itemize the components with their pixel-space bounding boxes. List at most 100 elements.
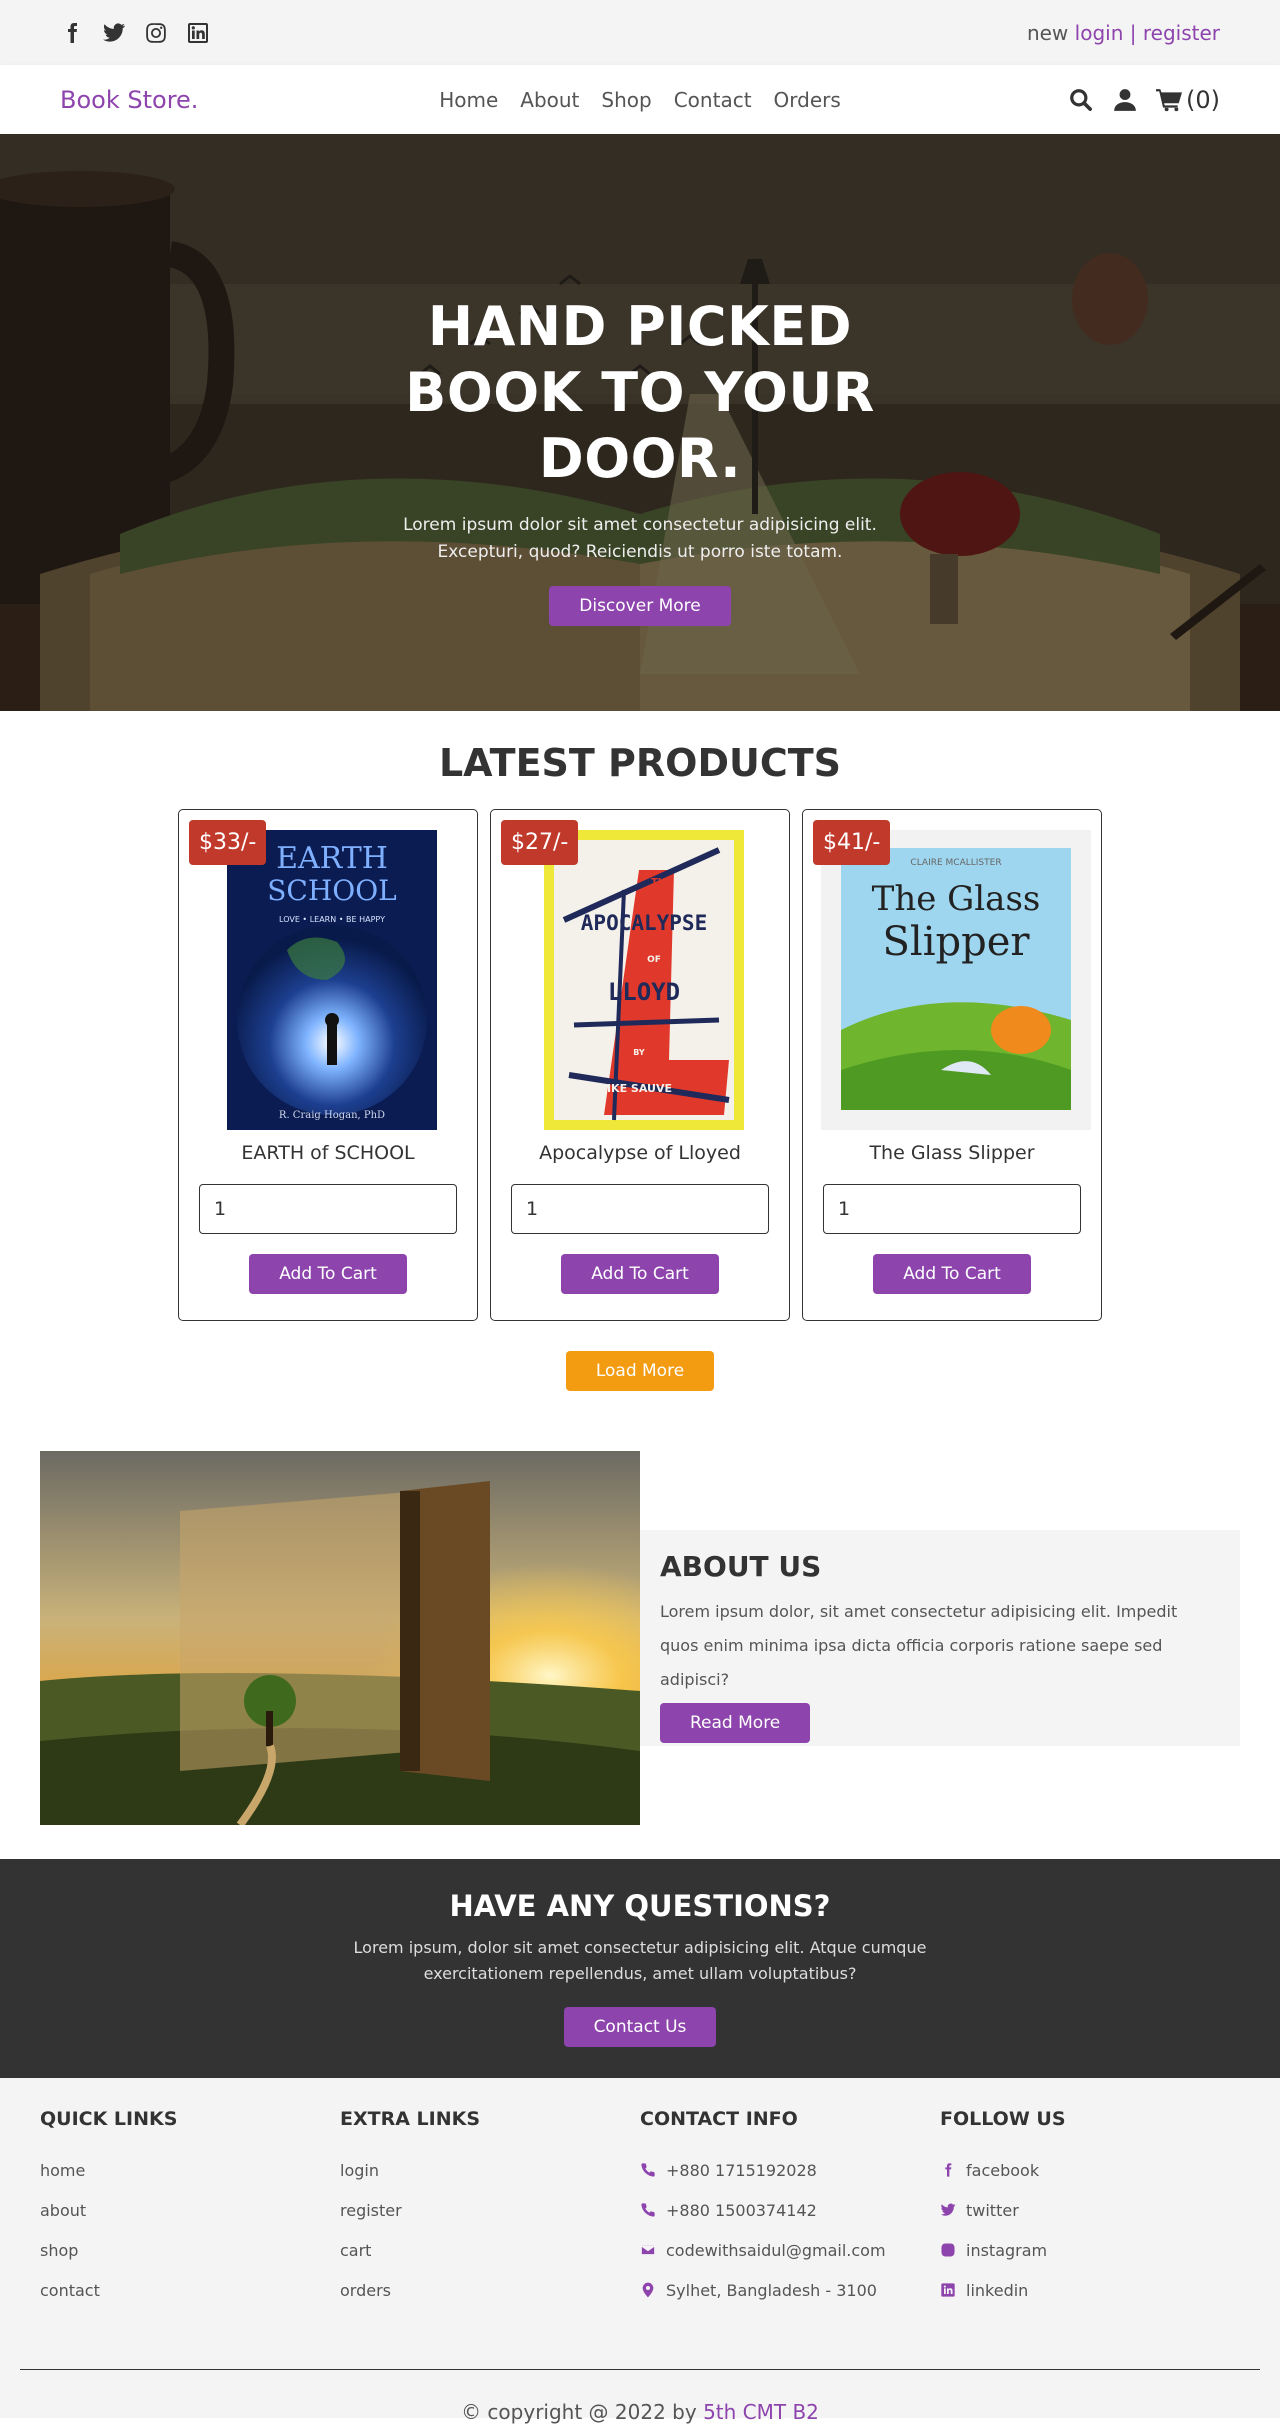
about-title: ABOUT US bbox=[660, 1550, 822, 1583]
nav-home[interactable]: Home bbox=[439, 88, 498, 112]
about-image bbox=[40, 1451, 640, 1825]
footer-link-about[interactable]: about bbox=[40, 2190, 340, 2230]
user-icon[interactable] bbox=[1112, 87, 1138, 113]
copyright-text: © copyright @ 2022 by bbox=[461, 2400, 697, 2424]
follow-instagram[interactable]: instagram bbox=[940, 2230, 1240, 2270]
about-book-landscape-image bbox=[40, 1451, 640, 1825]
price-badge: $41/- bbox=[813, 820, 891, 865]
quantity-input[interactable] bbox=[823, 1184, 1081, 1234]
social-links bbox=[60, 21, 210, 45]
footer-link-login[interactable]: login bbox=[340, 2150, 640, 2190]
contact-email: codewithsaidul@gmail.com bbox=[640, 2230, 940, 2270]
instagram-icon bbox=[941, 2243, 955, 2257]
quantity-input[interactable] bbox=[511, 1184, 769, 1234]
nav-shop[interactable]: Shop bbox=[601, 88, 651, 112]
read-more-button[interactable]: Read More bbox=[660, 1703, 811, 1743]
add-to-cart-button[interactable]: Add To Cart bbox=[249, 1254, 407, 1294]
cover-title-line-2: APOCALYPSE bbox=[581, 911, 707, 935]
contact-info-title: CONTACT INFO bbox=[640, 2108, 798, 2130]
auth-separator: | bbox=[1129, 20, 1137, 45]
book-cover-image: CLAIRE MCALLISTER The Glass Slipper bbox=[821, 830, 1091, 1130]
product-card: $41/- CLAIRE MCALLISTER The Glass Slippe… bbox=[802, 809, 1102, 1321]
copyright-author: 5th CMT B2 bbox=[703, 2400, 819, 2424]
nav-orders[interactable]: Orders bbox=[774, 88, 841, 112]
linkedin-icon[interactable] bbox=[186, 21, 210, 45]
hero-text: Lorem ipsum dolor sit amet consectetur a… bbox=[403, 515, 877, 562]
book-cover-apocalypse: THE APOCALYPSE OF LLOYD BY MIKE SAUVE bbox=[509, 830, 779, 1130]
load-more-button[interactable]: Load More bbox=[565, 1351, 715, 1391]
phone-number: +880 1715192028 bbox=[666, 2160, 817, 2180]
cover-title-line-2: Slipper bbox=[883, 919, 1031, 965]
phone-icon bbox=[641, 2203, 655, 2217]
facebook-icon[interactable] bbox=[60, 21, 84, 45]
follow-linkedin[interactable]: linkedin bbox=[940, 2270, 1240, 2310]
nav-icons: (0) bbox=[1068, 86, 1220, 114]
contact-us-button[interactable]: Contact Us bbox=[563, 2007, 717, 2047]
about-content: ABOUT US Lorem ipsum dolor, sit amet con… bbox=[640, 1530, 1240, 1746]
quantity-input[interactable] bbox=[199, 1184, 457, 1234]
follow-us-title: FOLLOW US bbox=[940, 2108, 1066, 2130]
contact-phone-2: +880 1500374142 bbox=[640, 2190, 940, 2230]
footer-link-contact[interactable]: contact bbox=[40, 2270, 340, 2310]
twitter-icon bbox=[940, 2203, 956, 2216]
footer-link-cart[interactable]: cart bbox=[340, 2230, 640, 2270]
footer-divider bbox=[20, 2369, 1260, 2370]
about-section: ABOUT US Lorem ipsum dolor, sit amet con… bbox=[0, 1451, 1280, 1825]
copyright: © copyright @ 2022 by 5th CMT B2 bbox=[0, 2400, 1280, 2424]
follow-label: instagram bbox=[966, 2240, 1048, 2260]
cover-by: BY bbox=[633, 1048, 645, 1057]
book-name: Apocalypse of Lloyed bbox=[539, 1142, 741, 1164]
auth-links: new login | register bbox=[1027, 21, 1220, 45]
questions-section: HAVE ANY QUESTIONS? Lorem ipsum, dolor s… bbox=[0, 1859, 1280, 2078]
cover-title-line-4: LLOYD bbox=[608, 978, 680, 1006]
logo[interactable]: Book Store. bbox=[60, 86, 198, 114]
follow-twitter[interactable]: twitter bbox=[940, 2190, 1240, 2230]
products-section: LATEST PRODUCTS $33/- EARTH SCHOOL LOVE … bbox=[0, 711, 1280, 1391]
follow-facebook[interactable]: facebook bbox=[940, 2150, 1240, 2190]
questions-title: HAVE ANY QUESTIONS? bbox=[449, 1889, 831, 1923]
footer-link-home[interactable]: home bbox=[40, 2150, 340, 2190]
twitter-icon[interactable] bbox=[102, 21, 126, 45]
email-address: codewithsaidul@gmail.com bbox=[666, 2240, 886, 2260]
cover-title-line-1: THE bbox=[651, 877, 673, 888]
footer-link-register[interactable]: register bbox=[340, 2190, 640, 2230]
product-card: $33/- EARTH SCHOOL LOVE • LEARN • BE HAP… bbox=[178, 809, 478, 1321]
address: Sylhet, Bangladesh - 3100 bbox=[666, 2280, 877, 2300]
book-cover-image: THE APOCALYPSE OF LLOYD BY MIKE SAUVE bbox=[544, 830, 744, 1130]
nav-menu: Home About Shop Contact Orders bbox=[439, 88, 841, 112]
instagram-icon[interactable] bbox=[144, 21, 168, 45]
extra-links-title: EXTRA LINKS bbox=[340, 2108, 481, 2130]
follow-label: linkedin bbox=[966, 2280, 1029, 2300]
contact-phone-1: +880 1715192028 bbox=[640, 2150, 940, 2190]
phone-number: +880 1500374142 bbox=[666, 2200, 817, 2220]
discover-more-button[interactable]: Discover More bbox=[549, 586, 731, 626]
search-icon[interactable] bbox=[1068, 87, 1094, 113]
footer-link-shop[interactable]: shop bbox=[40, 2230, 340, 2270]
cart-button[interactable]: (0) bbox=[1156, 86, 1220, 114]
follow-us: FOLLOW US facebook twitter instagram lin… bbox=[940, 2108, 1240, 2310]
cover-author: R. Craig Hogan, PhD bbox=[279, 1110, 385, 1121]
add-to-cart-button[interactable]: Add To Cart bbox=[561, 1254, 719, 1294]
cart-icon bbox=[1156, 88, 1182, 111]
book-cover-glass-slipper: CLAIRE MCALLISTER The Glass Slipper bbox=[821, 830, 1091, 1130]
book-name: The Glass Slipper bbox=[869, 1142, 1035, 1164]
price-badge: $27/- bbox=[501, 820, 579, 865]
map-marker-icon bbox=[642, 2282, 654, 2298]
register-link[interactable]: register bbox=[1143, 21, 1220, 45]
add-to-cart-button[interactable]: Add To Cart bbox=[873, 1254, 1031, 1294]
nav-contact[interactable]: Contact bbox=[674, 88, 752, 112]
phone-icon bbox=[641, 2163, 655, 2177]
follow-label: facebook bbox=[966, 2160, 1040, 2180]
about-text: Lorem ipsum dolor, sit amet consectetur … bbox=[660, 1602, 1178, 1689]
cart-count: (0) bbox=[1186, 85, 1220, 114]
book-name: EARTH of SCHOOL bbox=[241, 1142, 415, 1164]
cover-title-line-3: OF bbox=[647, 955, 661, 965]
cover-title-line-2: SCHOOL bbox=[267, 874, 397, 907]
linkedin-icon bbox=[941, 2283, 955, 2297]
nav-about[interactable]: About bbox=[520, 88, 579, 112]
top-bar: new login | register bbox=[0, 0, 1280, 65]
products-title: LATEST PRODUCTS bbox=[438, 741, 842, 785]
login-link[interactable]: login bbox=[1075, 21, 1124, 45]
price-badge: $33/- bbox=[189, 820, 267, 865]
footer-link-orders[interactable]: orders bbox=[340, 2270, 640, 2310]
